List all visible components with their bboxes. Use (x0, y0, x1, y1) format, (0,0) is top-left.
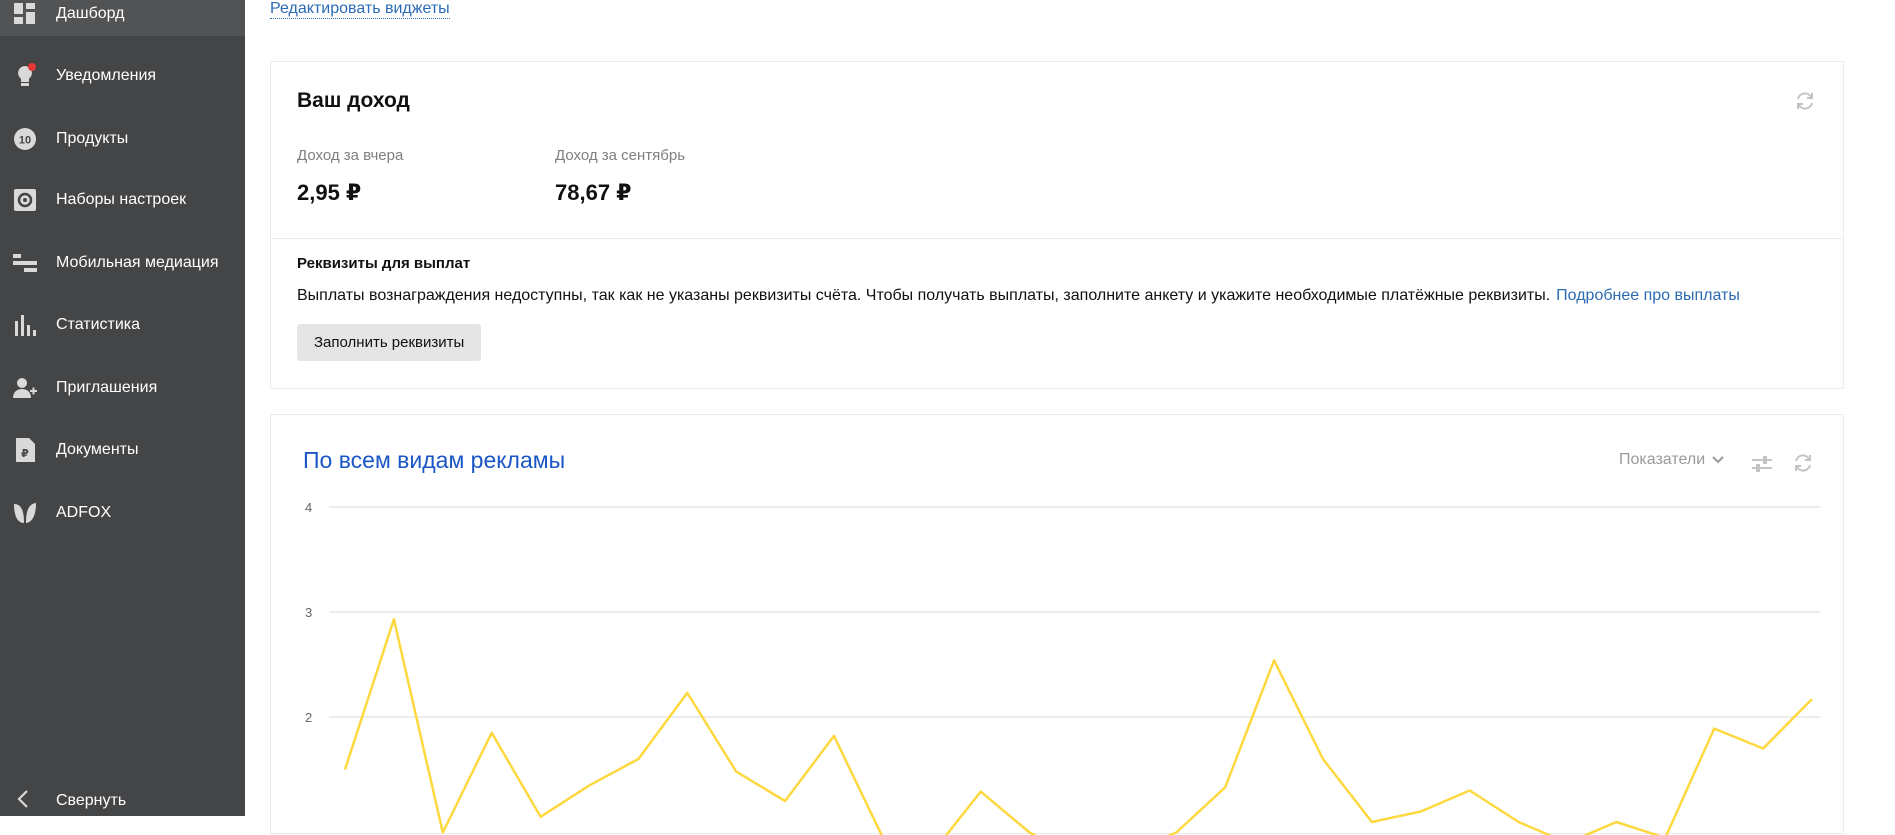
products-icon: 10 (12, 126, 38, 152)
requisites-title: Реквизиты для выплат (297, 255, 471, 272)
divider (271, 238, 1843, 239)
fill-requisites-button[interactable]: Заполнить реквизиты (297, 324, 482, 361)
chevron-left-icon (16, 789, 30, 814)
y-tick-label: 3 (305, 605, 312, 620)
edit-widgets-link[interactable]: Редактировать виджеты (270, 0, 450, 19)
adfox-icon (12, 500, 38, 526)
invite-icon (12, 375, 38, 401)
requisites-text: Выплаты вознаграждения недоступны, так к… (297, 287, 1740, 305)
sidebar-item-notifications[interactable]: Уведомления (0, 54, 245, 98)
sidebar-item-adfox[interactable]: ADFOX (0, 491, 245, 535)
sidebar: Дашборд Уведомления 10 Продукты Наборы н… (0, 0, 245, 816)
income-refresh-button[interactable] (1794, 90, 1816, 112)
income-card: Ваш доход Доход за вчера 2,95 ₽ Доход за… (270, 61, 1844, 389)
income-title: Ваш доход (297, 89, 410, 112)
sidebar-item-statistics[interactable]: Статистика (0, 303, 245, 347)
svg-text:₽: ₽ (21, 447, 29, 460)
sidebar-item-invitations[interactable]: Приглашения (0, 366, 245, 410)
sidebar-item-label: Статистика (56, 316, 141, 333)
yesterday-label: Доход за вчера (297, 147, 404, 164)
yesterday-value: 2,95 ₽ (297, 180, 362, 205)
month-label: Доход за сентябрь (555, 147, 686, 164)
products-badge: 10 (19, 135, 31, 147)
sidebar-item-label: ADFOX (56, 504, 112, 521)
requisites-message: Выплаты вознаграждения недоступны, так к… (297, 287, 1551, 304)
sidebar-item-label: Уведомления (56, 67, 157, 84)
y-tick-label: 2 (305, 710, 312, 725)
sidebar-item-settings-sets[interactable]: Наборы настроек (0, 178, 245, 222)
month-value: 78,67 ₽ (555, 180, 632, 205)
sidebar-item-label: Наборы настроек (56, 191, 187, 208)
income-chart: 4 3 2 (305, 500, 1820, 835)
sidebar-item-label: Приглашения (56, 379, 158, 396)
documents-icon: ₽ (12, 437, 38, 463)
sidebar-item-label: Документы (56, 441, 139, 458)
mediation-icon (12, 250, 38, 276)
sidebar-item-products[interactable]: 10 Продукты (0, 117, 245, 161)
sidebar-item-label: Продукты (56, 130, 129, 147)
chart-card: По всем видам рекламы Показатели 432 (270, 414, 1844, 835)
sidebar-item-label: Мобильная медиация (56, 254, 219, 271)
sidebar-item-documents[interactable]: ₽ Документы (0, 428, 245, 472)
collapse-sidebar-button[interactable]: Свернуть (0, 786, 245, 816)
stats-icon (12, 312, 38, 338)
series-line (343, 618, 1813, 835)
refresh-icon (1797, 92, 1813, 110)
settings-icon (12, 187, 38, 213)
dashboard-icon (12, 1, 38, 27)
sidebar-item-label: Дашборд (56, 5, 125, 22)
bulb-icon (12, 63, 38, 89)
sidebar-item-mobile-mediation[interactable]: Мобильная медиация (0, 241, 245, 285)
y-tick-label: 4 (305, 500, 312, 515)
sidebar-item-dashboard[interactable]: Дашборд (0, 0, 245, 36)
payments-info-link[interactable]: Подробнее про выплаты (1556, 287, 1740, 304)
collapse-label: Свернуть (56, 792, 127, 809)
